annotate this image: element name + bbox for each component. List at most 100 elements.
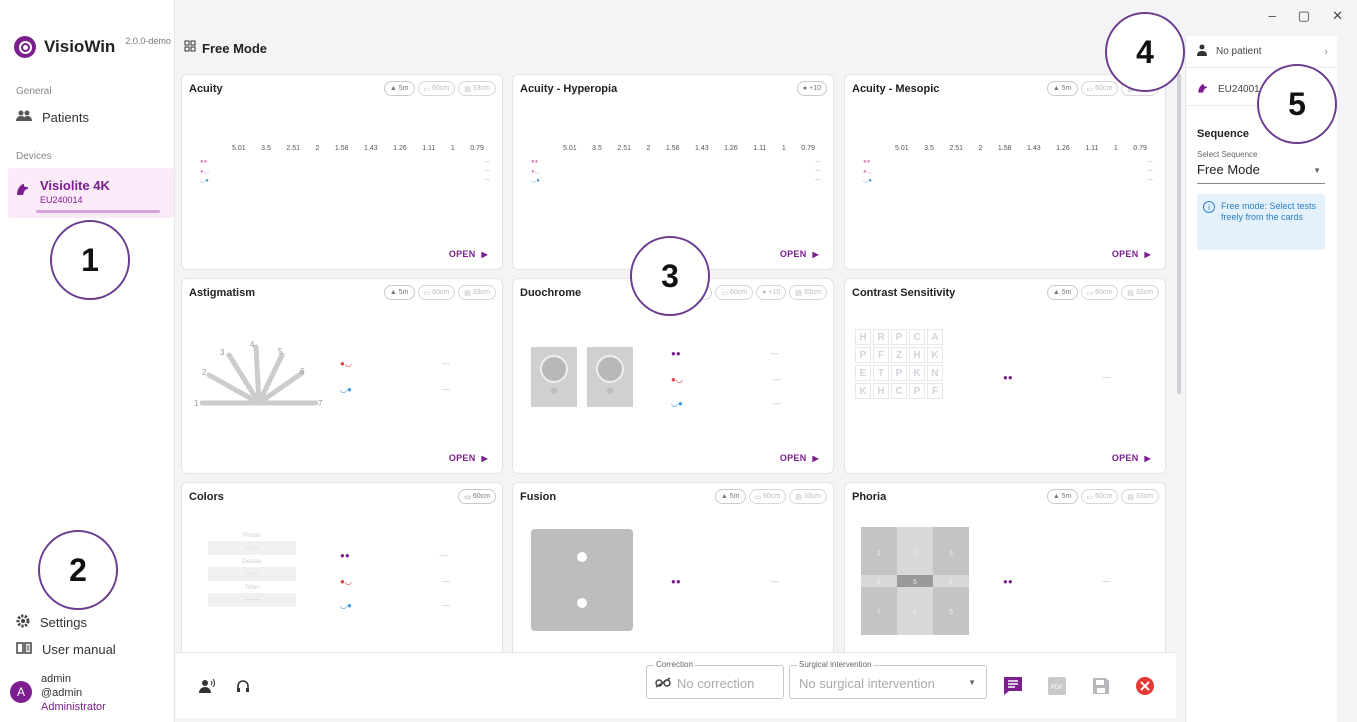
patient-selector[interactable]: No patient ›: [1186, 36, 1338, 68]
card-fusion[interactable]: Fusion ▲ 5m ▭ 60cm ▤ 33cm ●● —: [512, 482, 834, 662]
card-title: Colors: [189, 491, 224, 503]
distance-33cm-pill[interactable]: ▤ 33cm: [1121, 285, 1159, 300]
card-title: Contrast Sensitivity: [852, 287, 956, 299]
correction-field[interactable]: Correction No correction: [646, 660, 784, 699]
left-eye-icon: ◡●: [863, 178, 872, 184]
annotation-bubble-5: 5: [1257, 64, 1337, 144]
annotation-bubble-1: 1: [50, 220, 130, 300]
contrast-letter-chart: HRPCA PFZHK ETPKN KHCPF: [855, 329, 943, 399]
card-acuity-mesopic[interactable]: Acuity - Mesopic ▲ 5m ▭ 60cm ▤ 33cm 5.01…: [844, 74, 1166, 270]
voice-icon[interactable]: [196, 675, 218, 697]
eye-logo-icon: [14, 36, 36, 58]
right-eye-result: ●◡ —: [671, 375, 781, 384]
distance-pills: ▲ 5m ▭ 60cm ▤ 33cm: [714, 489, 827, 504]
distance-5m-pill[interactable]: ▲ 5m: [1046, 81, 1078, 96]
open-duochrome-button[interactable]: OPEN ▶: [780, 453, 819, 463]
correction-value: No correction: [677, 676, 755, 691]
right-eye-icon: ●◡: [531, 169, 540, 175]
people-icon: [16, 110, 32, 125]
svg-text:7: 7: [318, 399, 323, 408]
sidebar: VisioWin 2.0.0-demo General Patients Dev…: [0, 0, 175, 722]
open-contrast-button[interactable]: OPEN ▶: [1112, 453, 1151, 463]
card-astigmatism[interactable]: Astigmatism ▲ 5m ▭ 60cm ▤ 33cm 1 2 3 4 5…: [181, 278, 503, 474]
general-section-label: General: [16, 86, 52, 97]
distance-60cm-pill[interactable]: ▭ 60cm: [1080, 285, 1119, 300]
user-role: Administrator: [41, 701, 106, 713]
svg-text:3: 3: [220, 348, 225, 357]
left-eye-icon: ◡●: [340, 385, 352, 394]
cards-scrollbar[interactable]: [1177, 74, 1181, 394]
card-title: Astigmatism: [189, 287, 256, 299]
distance-60cm-pill[interactable]: ▭ 60cm: [1080, 489, 1119, 504]
both-eyes-icon: ●●: [863, 159, 871, 165]
distance-33cm-pill[interactable]: ▤ 33cm: [789, 489, 827, 504]
window-controls: – ▢ ✕: [1269, 8, 1343, 24]
distance-33cm-pill[interactable]: ▤ 33cm: [458, 285, 496, 300]
user-handle: @admin: [41, 687, 83, 699]
sidebar-item-user-manual[interactable]: User manual: [16, 642, 116, 657]
open-astigmatism-button[interactable]: OPEN ▶: [449, 453, 488, 463]
phoria-grid: 1 2 3 4 5 6 7 8 9: [861, 527, 969, 635]
eye-results: ●● — ●◡ — ◡● —: [863, 159, 1153, 184]
minimize-button[interactable]: –: [1269, 8, 1276, 24]
save-icon[interactable]: [1090, 675, 1112, 697]
distance-60cm-pill[interactable]: ▭ 60cm: [715, 285, 754, 300]
distance-60cm-pill[interactable]: ▭ 60cm: [748, 489, 787, 504]
sidebar-item-label: User manual: [42, 642, 116, 657]
open-acuity-button[interactable]: OPEN ▶: [449, 249, 488, 259]
left-eye-result: ◡● —: [340, 601, 450, 610]
distance-5m-pill[interactable]: ▲ 5m: [1046, 489, 1078, 504]
distance-33cm-pill[interactable]: ▤ 33cm: [1121, 489, 1159, 504]
distance-33cm-pill[interactable]: ▤ 33cm: [789, 285, 827, 300]
acuity-scale: 5.01 3.5 2.51 2 1.58 1.43 1.26 1.11 1 0.79: [895, 145, 1147, 152]
eye-results: ●● — ●◡ — ◡● —: [200, 159, 490, 184]
right-eye-icon: ●◡: [340, 577, 352, 586]
svg-text:2: 2: [202, 368, 207, 377]
svg-text:1: 1: [877, 550, 881, 557]
card-acuity[interactable]: Acuity ▲ 5m ▭ 60cm ▤ 33cm 5.01 3.5 2.51 2 1.…: [181, 74, 503, 270]
open-hyperopia-button[interactable]: OPEN ▶: [780, 249, 819, 259]
distance-60cm-pill[interactable]: ▭ 60cm: [1080, 81, 1119, 96]
distance-5m-pill[interactable]: ▲ 5m: [383, 285, 415, 300]
distance-60cm-pill[interactable]: ▭ 60cm: [458, 489, 496, 504]
comment-icon[interactable]: [1002, 675, 1024, 697]
distance-5m-pill[interactable]: ▲ 5m: [383, 81, 415, 96]
distance-60cm-pill[interactable]: ▭ 60cm: [417, 81, 456, 96]
svg-text:5: 5: [913, 579, 917, 586]
restore-button[interactable]: ▢: [1298, 8, 1310, 24]
close-icon[interactable]: [1134, 675, 1156, 697]
lens-plus10-pill[interactable]: ● +10: [796, 81, 827, 96]
distance-5m-pill[interactable]: ▲ 5m: [714, 489, 746, 504]
card-title: Fusion: [520, 491, 557, 503]
chevron-right-icon: ›: [1324, 45, 1328, 58]
eye-results: ●● — ●◡ — ◡● —: [531, 159, 821, 184]
person-icon: [1196, 44, 1208, 59]
distance-60cm-pill[interactable]: ▭ 60cm: [417, 285, 456, 300]
distance-33cm-pill[interactable]: ▤ 33cm: [458, 81, 496, 96]
open-mesopic-button[interactable]: OPEN ▶: [1112, 249, 1151, 259]
surgical-intervention-select[interactable]: Surgical intervention No surgical interv…: [789, 660, 987, 699]
annotation-bubble-2: 2: [38, 530, 118, 610]
both-eyes-result: ●● —: [671, 577, 779, 586]
duochrome-targets: [531, 347, 633, 407]
sidebar-item-device[interactable]: Visiolite 4K EU240014: [8, 168, 174, 218]
close-window-button[interactable]: ✕: [1332, 8, 1343, 24]
distance-pills: ▲ 5m ▭ 60cm ▤ 33cm: [1046, 489, 1159, 504]
annotation-bubble-3: 3: [630, 236, 710, 316]
card-contrast-sensitivity[interactable]: Contrast Sensitivity ▲ 5m ▭ 60cm ▤ 33cm …: [844, 278, 1166, 474]
both-eyes-icon: ●●: [1003, 373, 1013, 382]
headphones-icon[interactable]: [232, 675, 254, 697]
pdf-icon[interactable]: PDF: [1046, 675, 1068, 697]
user-profile[interactable]: A admin @admin Administrator: [10, 672, 106, 714]
sequence-select[interactable]: Free Mode ▼: [1197, 162, 1325, 184]
distance-5m-pill[interactable]: ▲ 5m: [1046, 285, 1078, 300]
card-phoria[interactable]: Phoria ▲ 5m ▭ 60cm ▤ 33cm 1 2 3 4 5 6 7 8 9 ●●…: [844, 482, 1166, 662]
card-colors[interactable]: Colors ▭ 60cm Protan – – – Deutan – – – Tr…: [181, 482, 503, 662]
astigmatism-dial: 1 2 3 4 5 6 7: [194, 340, 323, 408]
right-eye-icon: ●◡: [671, 375, 683, 384]
correction-label: Correction: [654, 660, 695, 669]
lens-plus10-pill[interactable]: ● +10: [756, 285, 787, 300]
sidebar-item-settings[interactable]: Settings: [16, 614, 87, 631]
sidebar-item-patients[interactable]: Patients: [16, 110, 89, 125]
svg-text:2: 2: [913, 550, 917, 557]
